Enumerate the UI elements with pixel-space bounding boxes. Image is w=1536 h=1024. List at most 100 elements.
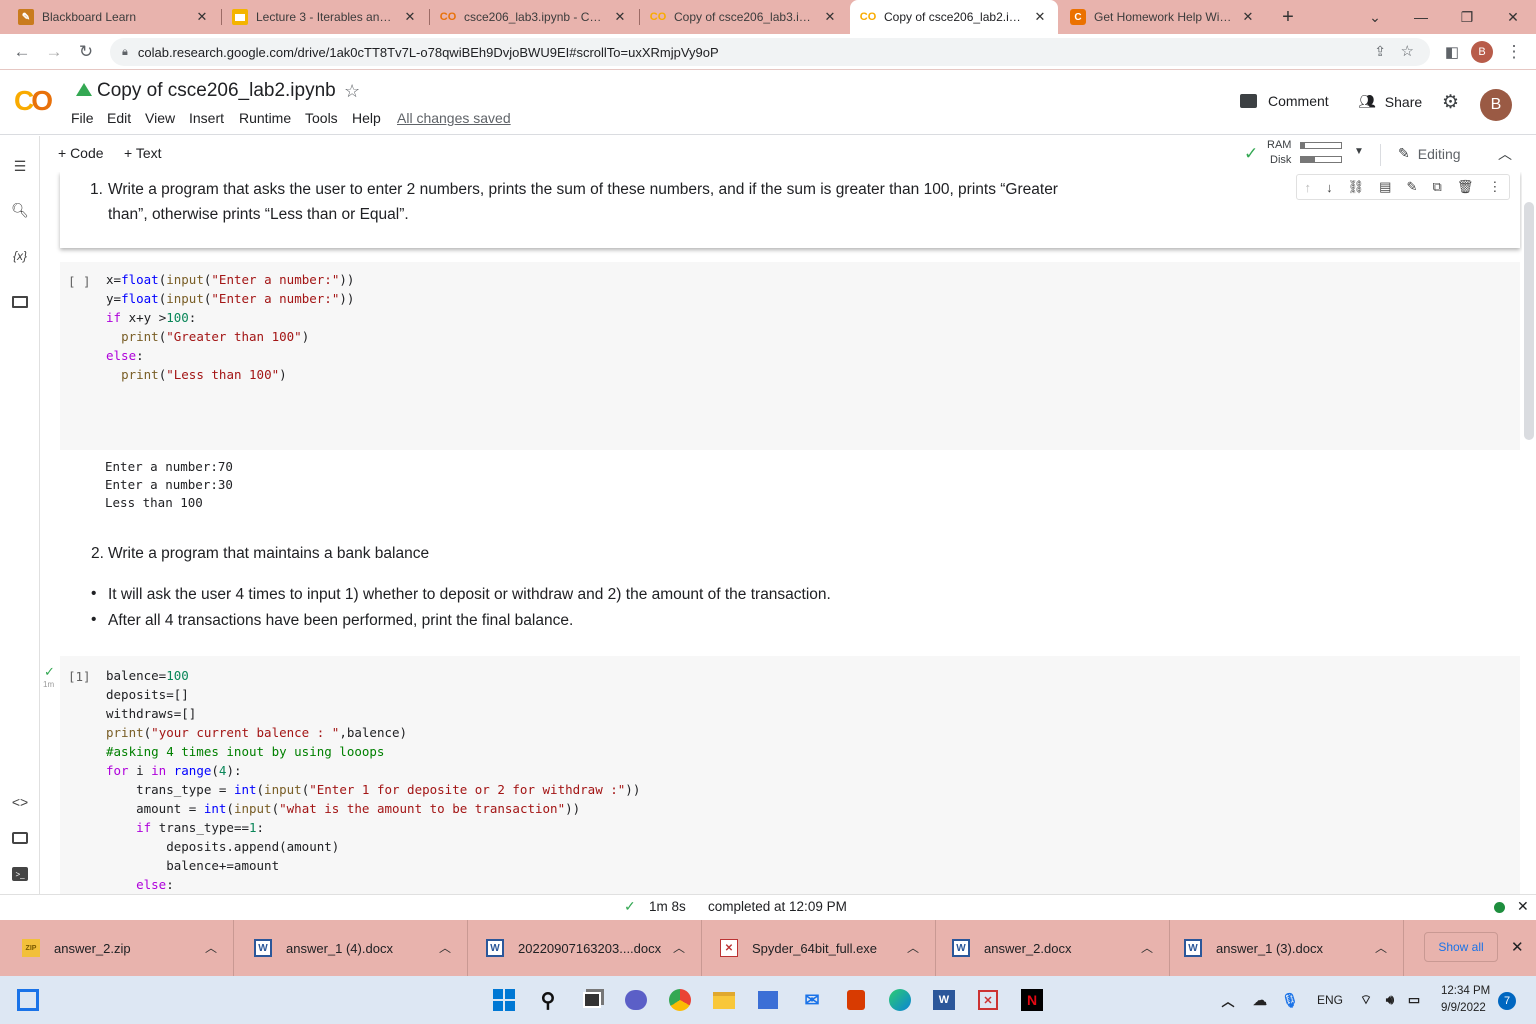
chevron-up-icon[interactable]: ︿ <box>439 939 451 956</box>
battery-icon[interactable]: ▭ <box>1402 988 1426 1012</box>
onedrive-icon[interactable]: ☁ <box>1248 988 1272 1012</box>
widgets-icon[interactable] <box>16 988 40 1012</box>
tab-blackboard[interactable]: ✎ Blackboard Learn ✕ <box>8 0 220 34</box>
volume-icon[interactable]: 🔊︎ <box>1378 988 1402 1012</box>
store-icon[interactable] <box>756 988 780 1012</box>
netflix-icon[interactable]: N <box>1020 988 1044 1012</box>
download-item[interactable]: W answer_1 (3).docx ︿ <box>1170 920 1404 976</box>
clock-time[interactable]: 12:34 PM <box>1441 985 1490 997</box>
clock-date[interactable]: 9/9/2022 <box>1441 1002 1486 1014</box>
reload-icon[interactable]: ↻ <box>74 40 98 64</box>
colab-logo[interactable]: CO <box>14 85 53 117</box>
close-status-icon[interactable]: ✕ <box>1517 898 1529 915</box>
search-icon[interactable]: ⚲ <box>536 988 560 1012</box>
settings-gear-icon[interactable]: ⚙ <box>1442 91 1459 114</box>
microphone-icon[interactable]: 🎙︎ <box>1278 988 1302 1012</box>
share-page-icon[interactable]: ⇪ <box>1374 43 1386 60</box>
close-window-icon[interactable]: ✕ <box>1490 0 1536 34</box>
wifi-icon[interactable]: ⌔ <box>1354 988 1378 1012</box>
download-item[interactable]: ZIP answer_2.zip ︿ <box>0 920 234 976</box>
teams-chat-icon[interactable] <box>624 988 648 1012</box>
close-tab-icon[interactable]: ✕ <box>402 9 418 25</box>
command-palette-icon[interactable] <box>10 828 30 848</box>
save-status-link[interactable]: All changes saved <box>397 110 511 126</box>
address-bar[interactable]: 🔒︎ colab.research.google.com/drive/1ak0c… <box>110 38 1430 66</box>
back-icon[interactable]: ← <box>10 40 34 64</box>
account-avatar[interactable]: B <box>1480 89 1512 121</box>
cell-prompt[interactable]: [1] <box>68 667 91 686</box>
menu-file[interactable]: File <box>71 110 94 126</box>
variables-icon[interactable]: {x} <box>10 246 30 266</box>
star-icon[interactable]: ☆ <box>344 81 360 102</box>
close-tab-icon[interactable]: ✕ <box>194 9 210 25</box>
profile-avatar[interactable]: B <box>1470 40 1494 64</box>
tab-lecture3[interactable]: Lecture 3 - Iterables and loo ✕ <box>222 0 428 34</box>
bookmark-star-icon[interactable]: ☆ <box>1401 42 1414 60</box>
menu-insert[interactable]: Insert <box>189 110 224 126</box>
close-downloads-icon[interactable]: ✕ <box>1511 938 1524 956</box>
more-options-icon[interactable]: ⋮ <box>1488 179 1501 195</box>
forward-icon[interactable]: → <box>42 40 66 64</box>
resources-dropdown-icon[interactable]: ▼ <box>1354 146 1364 157</box>
menu-view[interactable]: View <box>145 110 175 126</box>
tab-search-icon[interactable]: ⌄ <box>1352 0 1398 34</box>
close-tab-icon[interactable]: ✕ <box>1240 9 1256 25</box>
scrollbar[interactable] <box>1522 172 1536 894</box>
chevron-up-icon[interactable]: ︿ <box>205 939 217 956</box>
chevron-up-icon[interactable]: ︿ <box>1141 939 1153 956</box>
scrollbar-thumb[interactable] <box>1524 202 1534 440</box>
edge-icon[interactable] <box>888 988 912 1012</box>
tab-lab3[interactable]: CO csce206_lab3.ipynb - Colab ✕ <box>430 0 638 34</box>
browser-menu-icon[interactable]: ⋮ <box>1502 40 1526 64</box>
comment-button[interactable]: Comment <box>1240 93 1329 109</box>
task-view-icon[interactable] <box>580 988 604 1012</box>
tray-overflow-icon[interactable]: ︿ <box>1216 988 1240 1012</box>
download-item[interactable]: W 20220907163203....docx ︿ <box>468 920 702 976</box>
tab-copy-lab3[interactable]: CO Copy of csce206_lab3.ipynb ✕ <box>640 0 848 34</box>
menu-runtime[interactable]: Runtime <box>239 110 291 126</box>
code-snippets-icon[interactable]: <> <box>10 792 30 812</box>
word-icon[interactable]: W <box>932 988 956 1012</box>
restore-icon[interactable]: ❐ <box>1444 0 1490 34</box>
folder-icon[interactable] <box>10 292 30 312</box>
add-text-button[interactable]: + Text <box>124 145 162 161</box>
side-panel-icon[interactable]: ◧ <box>1440 40 1464 64</box>
download-item[interactable]: ✕ Spyder_64bit_full.exe ︿ <box>702 920 936 976</box>
close-tab-icon[interactable]: ✕ <box>822 9 838 25</box>
link-icon[interactable]: ⛓ <box>1348 179 1365 195</box>
terminal-icon[interactable]: >_ <box>10 864 30 884</box>
comment-cell-icon[interactable]: ▤ <box>1379 179 1391 195</box>
close-tab-icon[interactable]: ✕ <box>612 9 628 25</box>
menu-help[interactable]: Help <box>352 110 381 126</box>
show-all-button[interactable]: Show all <box>1424 932 1498 962</box>
add-code-button[interactable]: + Code <box>58 145 104 161</box>
collapse-header-icon[interactable]: ︿ <box>1498 144 1512 164</box>
chevron-up-icon[interactable]: ︿ <box>673 939 685 956</box>
download-item[interactable]: W answer_1 (4).docx ︿ <box>234 920 468 976</box>
download-item[interactable]: W answer_2.docx ︿ <box>936 920 1170 976</box>
tab-copy-lab2[interactable]: CO Copy of csce206_lab2.ipynb ✕ <box>850 0 1058 34</box>
spyder-icon[interactable]: ✕ <box>976 988 1000 1012</box>
delete-icon[interactable]: 🗑︎ <box>1457 179 1474 195</box>
menu-tools[interactable]: Tools <box>305 110 338 126</box>
move-up-icon[interactable]: ↑ <box>1305 180 1312 195</box>
search-icon[interactable]: 🔍︎ <box>10 200 30 220</box>
notebook-title[interactable]: Copy of csce206_lab2.ipynb <box>97 80 336 102</box>
share-button[interactable]: 👥︎ Share <box>1358 93 1422 110</box>
editing-mode-button[interactable]: ✎ Editing <box>1398 145 1461 162</box>
chrome-icon[interactable] <box>668 988 692 1012</box>
code-editor-2[interactable]: balence=100 deposits=[] withdraws=[] pri… <box>106 666 640 894</box>
language-indicator[interactable]: ENG <box>1317 993 1343 1007</box>
move-down-icon[interactable]: ↓ <box>1326 180 1333 195</box>
notification-badge[interactable]: 7 <box>1498 992 1516 1010</box>
text-cell-q1[interactable]: 1. Write a program that asks the user to… <box>60 172 1520 248</box>
edit-icon[interactable]: ✎ <box>1407 179 1418 195</box>
chevron-up-icon[interactable]: ︿ <box>1375 939 1387 956</box>
file-explorer-icon[interactable] <box>712 988 736 1012</box>
chevron-up-icon[interactable]: ︿ <box>907 939 919 956</box>
office-icon[interactable] <box>844 988 868 1012</box>
tab-chegg[interactable]: C Get Homework Help With C ✕ <box>1060 0 1266 34</box>
table-of-contents-icon[interactable]: ☰ <box>10 156 30 176</box>
minimize-icon[interactable]: — <box>1398 0 1444 34</box>
mirror-cell-icon[interactable]: ⧉ <box>1432 179 1441 195</box>
